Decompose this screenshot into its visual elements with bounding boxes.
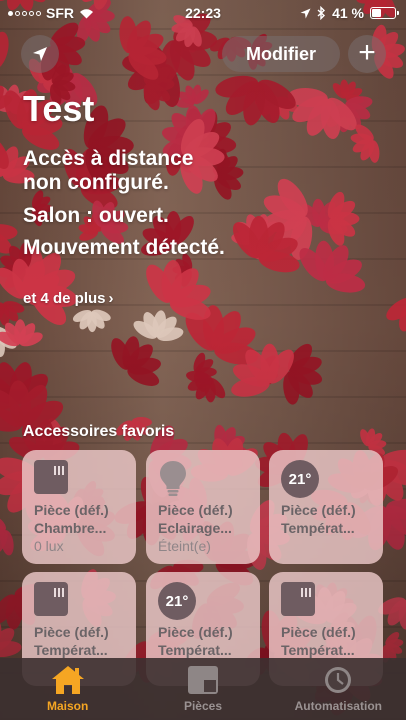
tile-state: Éteint(e) [158,538,211,554]
more-status-label: et 4 de plus [23,290,106,307]
tile-room: Pièce (déf.) [158,502,233,518]
tile-name: Eclairage... [158,520,232,536]
location-button[interactable] [21,35,59,73]
add-button[interactable]: + [348,35,386,73]
tile-name: Chambre... [34,520,107,536]
lightbulb-icon [158,460,192,496]
accessory-tile[interactable]: Pièce (déf.) Chambre... 0 lux [22,450,136,564]
status-line: Salon : ouvert. [23,204,169,227]
home-title: Test [23,88,95,129]
shutter-icon [34,582,68,616]
tab-label: Automatisation [294,699,382,713]
tab-maison[interactable]: Maison [0,658,135,720]
thermostat-icon: 21° [158,582,196,620]
home-status-summary: Accès à distance non configuré. Salon : … [23,147,383,260]
battery-icon [370,7,399,19]
status-line: Mouvement détecté. [23,236,225,259]
status-bar: SFR 22:23 41 % [0,0,406,26]
accessory-tile[interactable]: 21° Pièce (déf.) Températ... [269,450,383,564]
status-line: non configuré. [23,171,169,194]
tab-pieces[interactable]: Pièces [135,658,270,720]
bluetooth-icon [317,6,326,20]
edit-button[interactable]: Modifier [222,36,340,72]
location-services-icon [300,8,311,18]
shutter-icon [281,582,315,616]
tile-name: Températ... [281,642,355,658]
tile-room: Pièce (déf.) [158,624,233,640]
accessory-tile[interactable]: Pièce (déf.) Eclairage... Éteint(e) [146,450,260,564]
tab-label: Pièces [183,699,223,713]
more-status-link[interactable]: et 4 de plus › [23,290,114,307]
tile-room: Pièce (déf.) [34,624,109,640]
thermostat-temp: 21° [281,460,319,498]
tab-label: Maison [46,699,89,713]
tile-name: Températ... [281,520,355,536]
chevron-right-icon: › [108,290,114,307]
tab-bar: Maison Pièces Automatisation [0,658,406,720]
tile-state: 0 lux [34,538,64,554]
tile-room: Pièce (déf.) [281,624,356,640]
clock-icon [325,667,352,693]
status-line: Accès à distance [23,147,194,170]
tile-room: Pièce (déf.) [34,502,109,518]
house-icon [51,666,84,694]
tile-room: Pièce (déf.) [281,502,356,518]
tab-automatisation[interactable]: Automatisation [271,658,406,720]
thermostat-icon: 21° [281,460,319,498]
battery-percent: 41 % [332,5,364,21]
rooms-icon [187,666,218,694]
thermostat-temp: 21° [158,582,196,620]
location-arrow-icon [33,47,47,61]
plus-icon: + [358,36,376,69]
shutter-icon [34,460,68,494]
tile-name: Températ... [34,642,108,658]
tile-name: Températ... [158,642,232,658]
favorites-title: Accessoires favoris [23,423,175,440]
